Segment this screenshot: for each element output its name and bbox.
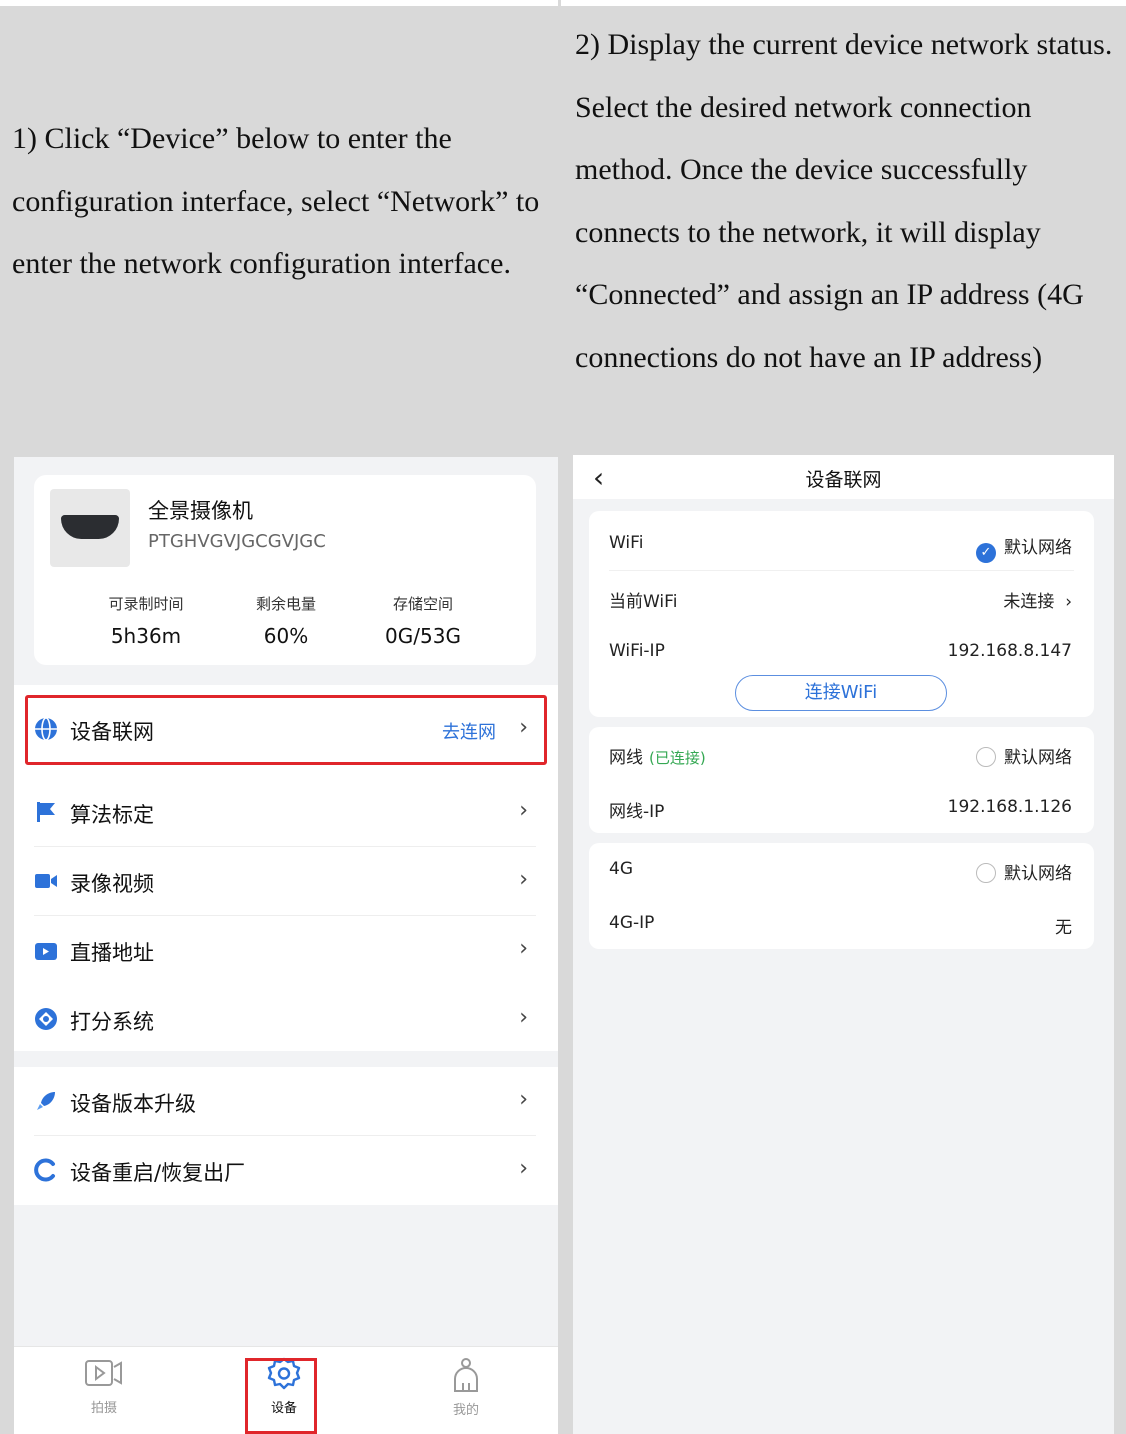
- user-icon: [454, 1358, 478, 1392]
- cellular-ip-value: 无: [1055, 918, 1072, 938]
- tv-icon: [35, 943, 57, 960]
- rocket-icon: [37, 1092, 55, 1110]
- current-wifi-row[interactable]: 当前WiFi 未连接 ›: [589, 571, 1094, 625]
- menu-item-scoring[interactable]: 打分系统 ›: [14, 985, 558, 1054]
- cellular-ip-row: 4G-IP 无: [609, 913, 1072, 938]
- chevron-right-icon: ›: [1065, 592, 1072, 612]
- menu-item-live-url[interactable]: 直播地址 ›: [14, 916, 558, 985]
- page-title: 设备联网: [805, 469, 882, 491]
- camera-name: 全景摄像机: [148, 499, 253, 523]
- camera-play-icon: [85, 1360, 122, 1386]
- radio-checked-icon[interactable]: ✓: [976, 543, 996, 563]
- camera-card[interactable]: 全景摄像机 PTGHVGVJGCGVJGC 可录制时间 5h36m 剩余电量 6…: [34, 475, 536, 665]
- table-cell-padding: [0, 449, 14, 1434]
- tab-mine[interactable]: 我的: [426, 1357, 506, 1418]
- current-wifi-value: 未连接: [1003, 592, 1055, 612]
- highlight-device-tab: [245, 1358, 317, 1434]
- flag-icon: [37, 802, 55, 822]
- connect-wifi-button[interactable]: 连接WiFi: [735, 675, 947, 711]
- table-cell-padding: [1114, 449, 1126, 1434]
- video-camera-icon: [35, 874, 57, 888]
- table-cell-padding: [561, 449, 573, 1434]
- camera-serial: PTGHVGVJGCGVJGC: [148, 531, 326, 552]
- chevron-right-icon: ›: [519, 936, 528, 961]
- chevron-right-icon: ›: [519, 1087, 528, 1112]
- cellular-row[interactable]: 4G 默认网络: [589, 843, 1094, 897]
- stat-battery: 剩余电量 60%: [255, 595, 316, 648]
- camera-thumbnail: [50, 489, 130, 567]
- menu-item-calibration[interactable]: 算法标定 ›: [14, 778, 558, 847]
- chevron-right-icon: ›: [519, 1156, 528, 1181]
- chevron-right-icon: ›: [519, 798, 528, 823]
- menu-item-recordings[interactable]: 录像视频 ›: [14, 847, 558, 916]
- radio-unchecked-icon[interactable]: [976, 747, 996, 767]
- wifi-card: WiFi ✓ 默认网络 当前WiFi 未连接 › WiFi-IP 192.168.…: [589, 511, 1094, 717]
- chevron-right-icon: ›: [519, 1005, 528, 1030]
- highlight-network-row: [25, 695, 547, 765]
- cellular-card: 4G 默认网络 4G-IP 无: [589, 843, 1094, 949]
- stat-record-time: 可录制时间 5h36m: [108, 595, 184, 648]
- restart-icon: [34, 1158, 55, 1182]
- tab-capture[interactable]: 拍摄: [64, 1357, 144, 1416]
- score-icon: [35, 1008, 57, 1030]
- camera-icon: [61, 515, 119, 539]
- device-menu-group-2: 设备版本升级 › 设备重启/恢复出厂 ›: [14, 1067, 558, 1205]
- stat-storage: 存储空间 0G/53G: [385, 595, 461, 648]
- ethernet-ip-row: 网线-IP 192.168.1.126: [609, 797, 1072, 822]
- ethernet-card: 网线 (已连接) 默认网络 网线-IP 192.168.1.126: [589, 727, 1094, 833]
- chevron-right-icon: ›: [519, 867, 528, 892]
- network-page-screenshot: ‹ 设备联网 WiFi ✓ 默认网络 当前WiFi 未连接 › WiFi-IP 1…: [573, 455, 1114, 1434]
- menu-item-restart-reset[interactable]: 设备重启/恢复出厂 ›: [14, 1136, 558, 1205]
- instruction-step-1: 1) Click “Device” below to enter the con…: [0, 6, 558, 446]
- ethernet-status: (已连接): [649, 749, 706, 767]
- radio-unchecked-icon[interactable]: [976, 863, 996, 883]
- nav-bar: ‹ 设备联网: [573, 455, 1114, 499]
- ethernet-row[interactable]: 网线 (已连接) 默认网络: [589, 727, 1094, 781]
- device-page-screenshot: 全景摄像机 PTGHVGVJGCGVJGC 可录制时间 5h36m 剩余电量 6…: [14, 457, 558, 1434]
- ethernet-ip-value: 192.168.1.126: [947, 797, 1072, 817]
- wifi-ip-row: WiFi-IP 192.168.8.147: [609, 641, 1072, 661]
- instruction-step-2: 2) Display the current device network st…: [561, 6, 1126, 446]
- menu-item-firmware-upgrade[interactable]: 设备版本升级 ›: [14, 1067, 558, 1136]
- wifi-row[interactable]: WiFi ✓ 默认网络: [589, 517, 1094, 571]
- table-cell-padding: [14, 449, 558, 457]
- wifi-ip-value: 192.168.8.147: [947, 641, 1072, 661]
